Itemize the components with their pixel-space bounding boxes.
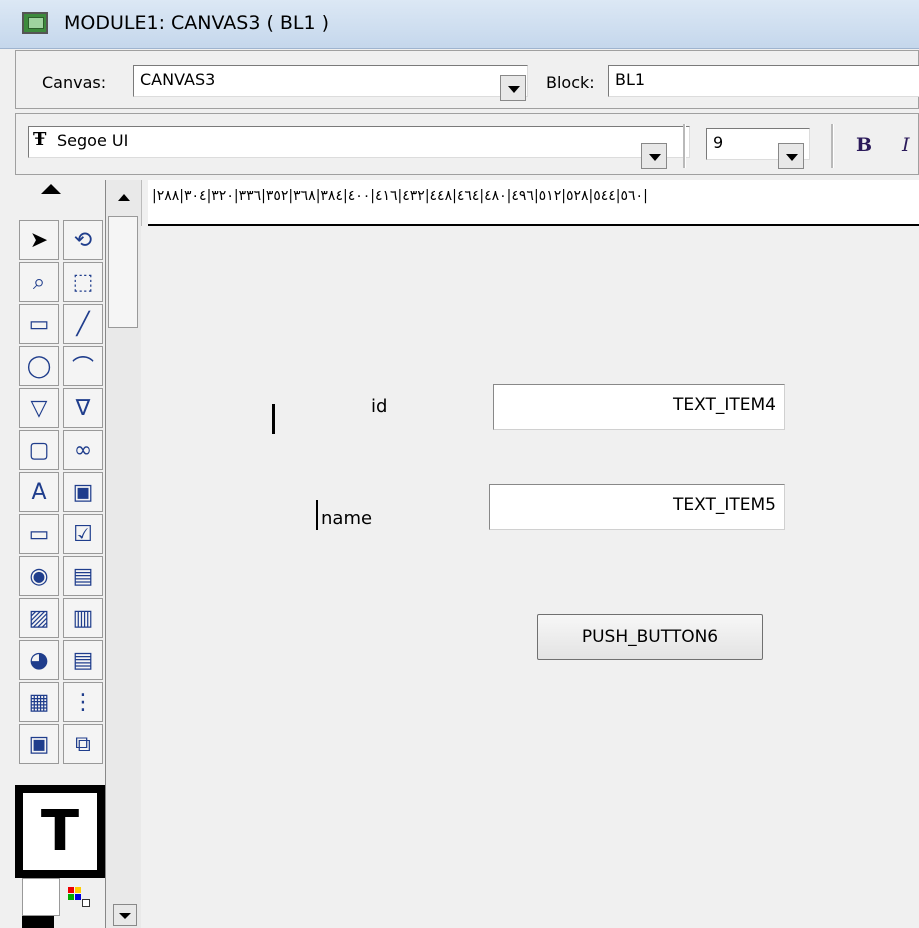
rounded-rectangle-tool-icon[interactable]: ▢ [19,430,59,470]
rectangle-tool-icon[interactable]: ▭ [19,304,59,344]
frame-tool-icon[interactable]: ▣ [63,472,103,512]
canvas-block-toolbar: Canvas: CANVAS3 Block: BL1 [15,50,919,109]
ellipse-tool-icon[interactable]: ◯ [19,346,59,386]
chart-tool-icon[interactable]: ▥ [63,598,103,638]
app-icon [22,12,48,34]
text-tool-icon[interactable]: A [19,472,59,512]
hierarchical-tree-tool-icon[interactable]: ⋮ [63,682,103,722]
italic-button[interactable]: I [902,134,910,156]
reshape-tool-icon[interactable]: ⬚ [63,262,103,302]
text-item5-value: TEXT_ITEM5 [673,495,776,515]
prompt-marker [272,404,275,434]
font-select[interactable]: Segoe UI Ŧ [28,126,690,158]
push-button6[interactable]: PUSH_BUTTON6 [537,614,763,660]
horizontal-ruler: |٥٦٠|٥٤٤|٥٢٨|٥١٢|٤٩٦|٤٨٠|٤٦٤|٤٤٨|٤٣٢|٤١٦… [148,180,919,226]
vertical-scrollbar[interactable] [105,180,142,928]
bold-button[interactable]: B [856,134,872,156]
rotate-tool-icon[interactable]: ⟲ [63,220,103,260]
block-select-value: BL1 [615,70,646,89]
radio-button-tool-icon[interactable]: ◉ [19,556,59,596]
size-dropdown-arrow-icon[interactable] [778,143,804,169]
canvas-select[interactable]: CANVAS3 [133,65,528,97]
truetype-font-icon: Ŧ [33,129,47,150]
text-tool-preview[interactable]: T [15,785,105,878]
polyline-tool-icon[interactable]: ∇ [63,388,103,428]
font-dropdown-arrow-icon[interactable] [641,143,667,169]
canvas-label: Canvas: [42,73,107,92]
window-title: MODULE1: CANVAS3 ( BL1 ) [64,12,330,34]
scroll-thumb[interactable] [108,216,138,328]
text-item4-value: TEXT_ITEM4 [673,395,776,415]
image-tool-icon[interactable]: ▨ [19,598,59,638]
scroll-down-button[interactable] [113,904,137,926]
polygon-tool-icon[interactable]: ▽ [19,388,59,428]
font-select-value: Segoe UI [57,131,129,150]
list-item-tool-icon[interactable]: ▤ [63,556,103,596]
separator [683,124,686,168]
stacked-canvas-tool-icon[interactable]: ▣ [19,724,59,764]
block-select[interactable]: BL1 [608,65,919,97]
layout-canvas[interactable]: id TEXT_ITEM4 name TEXT_ITEM5 PUSH_BUTTO… [141,226,919,928]
font-toolbar: Segoe UI Ŧ 9 B I [15,113,919,175]
scroll-down-arrow-icon [119,913,131,919]
text-tool-letter: T [23,793,97,870]
check-box-tool-icon[interactable]: ☑ [63,514,103,554]
block-label: Block: [546,73,595,92]
canvas-select-value: CANVAS3 [140,70,216,89]
name-label[interactable]: name [321,508,372,529]
text-item5-field[interactable]: TEXT_ITEM5 [489,484,785,530]
ruler-ticks: |٥٦٠|٥٤٤|٥٢٨|٥١٢|٤٩٦|٤٨٠|٤٦٤|٤٤٨|٤٣٢|٤١٦… [152,188,649,204]
separator [831,124,834,168]
sound-tool-icon[interactable]: ◕ [19,640,59,680]
tab-canvas-tool-icon[interactable]: ▦ [19,682,59,722]
toolbar-canvas-tool-icon[interactable]: ⧉ [63,724,103,764]
prompt-marker [316,500,318,530]
freehand-tool-icon[interactable]: ∞ [63,430,103,470]
title-bar: MODULE1: CANVAS3 ( BL1 ) [0,0,919,49]
text-item4-field[interactable]: TEXT_ITEM4 [493,384,785,430]
font-size-value: 9 [713,133,724,152]
palette-up-arrow-icon[interactable] [41,184,61,194]
arc-tool-icon[interactable]: ⌒ [63,346,103,386]
select-pointer-tool-icon[interactable]: ➤ [19,220,59,260]
id-label[interactable]: id [371,396,387,417]
canvas-dropdown-arrow-icon[interactable] [500,75,526,101]
display-item-tool-icon[interactable]: ▤ [63,640,103,680]
color-palette-icon[interactable] [68,887,90,909]
text-item-tool-icon[interactable]: ▭ [19,514,59,554]
scroll-up-arrow-icon[interactable] [118,194,130,201]
magnify-tool-icon[interactable]: ⌕ [19,262,59,302]
fill-color-swatch[interactable] [22,878,60,916]
line-color-swatch[interactable] [22,916,54,928]
line-tool-icon[interactable]: ╱ [63,304,103,344]
